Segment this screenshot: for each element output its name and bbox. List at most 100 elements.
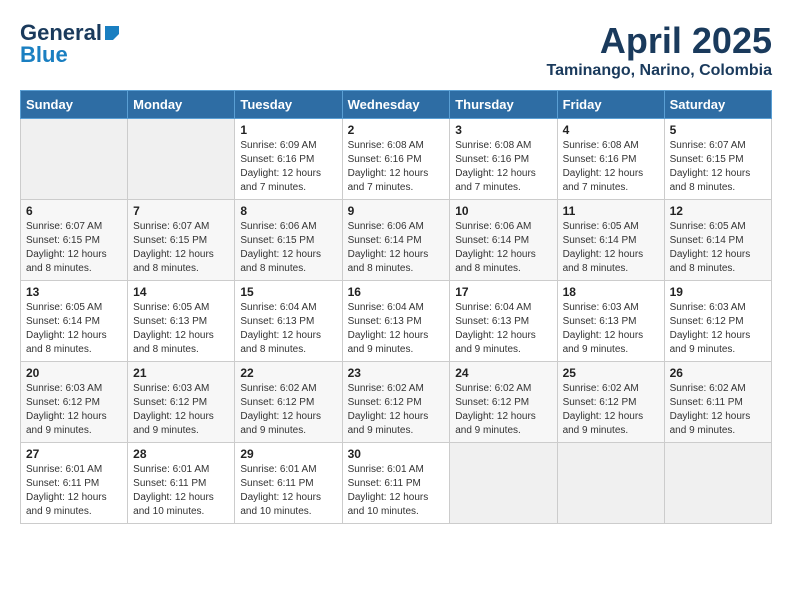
table-row: 17 Sunrise: 6:04 AM Sunset: 6:13 PM Dayli… [450, 281, 557, 362]
logo-blue: Blue [20, 42, 68, 68]
day-number: 23 [348, 366, 445, 380]
logo: General Blue [20, 20, 122, 68]
table-row: 23Sunrise: 6:02 AM Sunset: 6:12 PM Dayli… [342, 362, 450, 443]
calendar-week-row: 13Sunrise: 6:05 AM Sunset: 6:14 PM Dayli… [21, 281, 772, 362]
table-row: 13Sunrise: 6:05 AM Sunset: 6:14 PM Dayli… [21, 281, 128, 362]
table-row: 8 Sunrise: 6:06 AM Sunset: 6:15 PM Daylig… [235, 200, 342, 281]
day-info: Sunrise: 6:01 AM Sunset: 6:11 PM Dayligh… [26, 463, 122, 519]
day-info: Sunrise: 6:05 AM Sunset: 6:14 PM Dayligh… [563, 220, 659, 276]
table-row: 1 Sunrise: 6:09 AM Sunset: 6:16 PM Daylig… [235, 119, 342, 200]
day-number: 2 [348, 123, 445, 137]
day-number: 30 [348, 447, 445, 461]
day-number: 28 [133, 447, 229, 461]
table-row: 16 Sunrise: 6:04 AM Sunset: 6:13 PM Dayli… [342, 281, 450, 362]
day-info: Sunrise: 6:08 AM Sunset: 6:16 PM Dayligh… [348, 139, 445, 195]
col-monday: Monday [128, 91, 235, 119]
day-info: Sunrise: 6:06 AM Sunset: 6:14 PM Dayligh… [455, 220, 551, 276]
table-row: 5 Sunrise: 6:07 AM Sunset: 6:15 PM Daylig… [664, 119, 771, 200]
day-number: 24 [455, 366, 551, 380]
day-number: 3 [455, 123, 551, 137]
day-number: 16 [348, 285, 445, 299]
table-row [21, 119, 128, 200]
calendar-week-row: 1 Sunrise: 6:09 AM Sunset: 6:16 PM Daylig… [21, 119, 772, 200]
day-info: Sunrise: 6:02 AM Sunset: 6:12 PM Dayligh… [240, 382, 336, 438]
table-row: 20 Sunrise: 6:03 AM Sunset: 6:12 PM Dayli… [21, 362, 128, 443]
day-info: Sunrise: 6:05 AM Sunset: 6:14 PM Dayligh… [670, 220, 766, 276]
day-info: Sunrise: 6:06 AM Sunset: 6:14 PM Dayligh… [348, 220, 445, 276]
table-row: 2 Sunrise: 6:08 AM Sunset: 6:16 PM Daylig… [342, 119, 450, 200]
col-wednesday: Wednesday [342, 91, 450, 119]
day-info: Sunrise: 6:02 AM Sunset: 6:12 PM Dayligh… [455, 382, 551, 438]
day-number: 10 [455, 204, 551, 218]
table-row: 11 Sunrise: 6:05 AM Sunset: 6:14 PM Dayli… [557, 200, 664, 281]
table-row: 27Sunrise: 6:01 AM Sunset: 6:11 PM Dayli… [21, 443, 128, 524]
table-row: 28 Sunrise: 6:01 AM Sunset: 6:11 PM Dayli… [128, 443, 235, 524]
day-number: 22 [240, 366, 336, 380]
col-friday: Friday [557, 91, 664, 119]
day-number: 15 [240, 285, 336, 299]
calendar-week-row: 27Sunrise: 6:01 AM Sunset: 6:11 PM Dayli… [21, 443, 772, 524]
day-number: 8 [240, 204, 336, 218]
day-info: Sunrise: 6:04 AM Sunset: 6:13 PM Dayligh… [455, 301, 551, 357]
day-info: Sunrise: 6:03 AM Sunset: 6:12 PM Dayligh… [670, 301, 766, 357]
day-info: Sunrise: 6:03 AM Sunset: 6:12 PM Dayligh… [133, 382, 229, 438]
table-row [664, 443, 771, 524]
table-row: 29 Sunrise: 6:01 AM Sunset: 6:11 PM Dayli… [235, 443, 342, 524]
day-info: Sunrise: 6:08 AM Sunset: 6:16 PM Dayligh… [455, 139, 551, 195]
table-row: 26Sunrise: 6:02 AM Sunset: 6:11 PM Dayli… [664, 362, 771, 443]
day-number: 29 [240, 447, 336, 461]
table-row: 3 Sunrise: 6:08 AM Sunset: 6:16 PM Daylig… [450, 119, 557, 200]
location-title: Taminango, Narino, Colombia [547, 62, 773, 80]
table-row: 24 Sunrise: 6:02 AM Sunset: 6:12 PM Dayli… [450, 362, 557, 443]
table-row [557, 443, 664, 524]
col-tuesday: Tuesday [235, 91, 342, 119]
day-info: Sunrise: 6:04 AM Sunset: 6:13 PM Dayligh… [348, 301, 445, 357]
day-number: 4 [563, 123, 659, 137]
day-info: Sunrise: 6:06 AM Sunset: 6:15 PM Dayligh… [240, 220, 336, 276]
day-number: 17 [455, 285, 551, 299]
table-row: 22 Sunrise: 6:02 AM Sunset: 6:12 PM Dayli… [235, 362, 342, 443]
month-year-title: April 2025 [547, 20, 773, 62]
day-info: Sunrise: 6:03 AM Sunset: 6:13 PM Dayligh… [563, 301, 659, 357]
col-sunday: Sunday [21, 91, 128, 119]
day-number: 11 [563, 204, 659, 218]
day-number: 25 [563, 366, 659, 380]
table-row: 19 Sunrise: 6:03 AM Sunset: 6:12 PM Dayli… [664, 281, 771, 362]
day-number: 20 [26, 366, 122, 380]
table-row [450, 443, 557, 524]
table-row: 10 Sunrise: 6:06 AM Sunset: 6:14 PM Dayli… [450, 200, 557, 281]
day-info: Sunrise: 6:05 AM Sunset: 6:14 PM Dayligh… [26, 301, 122, 357]
logo-icon [103, 24, 121, 42]
day-info: Sunrise: 6:03 AM Sunset: 6:12 PM Dayligh… [26, 382, 122, 438]
day-info: Sunrise: 6:02 AM Sunset: 6:11 PM Dayligh… [670, 382, 766, 438]
page-header: General Blue April 2025 Taminango, Narin… [20, 20, 772, 80]
table-row: 25 Sunrise: 6:02 AM Sunset: 6:12 PM Dayli… [557, 362, 664, 443]
day-number: 1 [240, 123, 336, 137]
day-info: Sunrise: 6:08 AM Sunset: 6:16 PM Dayligh… [563, 139, 659, 195]
day-number: 5 [670, 123, 766, 137]
table-row: 9Sunrise: 6:06 AM Sunset: 6:14 PM Daylig… [342, 200, 450, 281]
day-number: 7 [133, 204, 229, 218]
day-info: Sunrise: 6:04 AM Sunset: 6:13 PM Dayligh… [240, 301, 336, 357]
table-row: 15 Sunrise: 6:04 AM Sunset: 6:13 PM Dayli… [235, 281, 342, 362]
table-row: 4 Sunrise: 6:08 AM Sunset: 6:16 PM Daylig… [557, 119, 664, 200]
calendar-table: Sunday Monday Tuesday Wednesday Thursday… [20, 90, 772, 524]
day-info: Sunrise: 6:07 AM Sunset: 6:15 PM Dayligh… [670, 139, 766, 195]
day-number: 14 [133, 285, 229, 299]
day-number: 21 [133, 366, 229, 380]
table-row: 21 Sunrise: 6:03 AM Sunset: 6:12 PM Dayli… [128, 362, 235, 443]
day-info: Sunrise: 6:07 AM Sunset: 6:15 PM Dayligh… [26, 220, 122, 276]
table-row: 12Sunrise: 6:05 AM Sunset: 6:14 PM Dayli… [664, 200, 771, 281]
day-info: Sunrise: 6:01 AM Sunset: 6:11 PM Dayligh… [133, 463, 229, 519]
col-thursday: Thursday [450, 91, 557, 119]
day-number: 6 [26, 204, 122, 218]
day-number: 18 [563, 285, 659, 299]
day-info: Sunrise: 6:05 AM Sunset: 6:13 PM Dayligh… [133, 301, 229, 357]
day-info: Sunrise: 6:09 AM Sunset: 6:16 PM Dayligh… [240, 139, 336, 195]
day-number: 19 [670, 285, 766, 299]
calendar-week-row: 6 Sunrise: 6:07 AM Sunset: 6:15 PM Daylig… [21, 200, 772, 281]
day-info: Sunrise: 6:01 AM Sunset: 6:11 PM Dayligh… [240, 463, 336, 519]
day-info: Sunrise: 6:02 AM Sunset: 6:12 PM Dayligh… [563, 382, 659, 438]
col-saturday: Saturday [664, 91, 771, 119]
table-row [128, 119, 235, 200]
